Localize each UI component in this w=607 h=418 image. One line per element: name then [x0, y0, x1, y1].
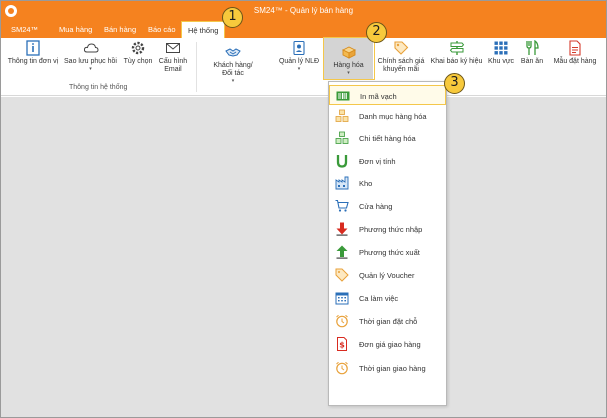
phuong-thuc-xuat-label: Phương thức xuất — [359, 248, 420, 257]
quan-ly-nld-button[interactable]: Quản lý NLĐ ▾ — [276, 40, 322, 72]
handshake-icon — [225, 48, 241, 57]
ban-an-label: Bàn ăn — [520, 58, 544, 65]
group-label-thong-tin-he-thong: Thông tin hệ thống — [69, 84, 128, 91]
svg-text:$: $ — [339, 341, 345, 350]
gear-icon — [131, 41, 145, 55]
cloud-icon — [83, 43, 99, 53]
chinh-sach-gia-label: Chính sách giá — [377, 58, 425, 65]
hang-hoa-dropdown-menu: In mã vạch Danh mục hàng hóa Chi tiết hà… — [328, 81, 447, 406]
sao-luu-phuc-hoi-button[interactable]: Sao lưu phục hồi ▾ — [63, 40, 118, 72]
chinh-sach-gia-button[interactable]: Chính sách giá khuyến mãi — [375, 40, 427, 74]
tuy-chon-label: Tùy chọn — [123, 58, 153, 65]
tuy-chon-button[interactable]: Tùy chọn — [120, 40, 156, 66]
thong-tin-don-vi-button[interactable]: Thông tin đơn vị — [4, 40, 62, 66]
menu-item-kho[interactable]: Kho — [329, 173, 446, 193]
grid-icon — [494, 41, 508, 55]
menu-item-ca-lam-viec[interactable]: Ca làm việc — [329, 288, 446, 308]
sao-luu-phuc-hoi-label: Sao lưu phục hồi — [64, 58, 117, 65]
signpost-icon — [449, 41, 464, 55]
step-marker-1: 1 — [222, 7, 243, 28]
menu-item-in-ma-vach[interactable]: In mã vạch — [329, 85, 446, 105]
ribbon: Thông tin đơn vị Sao lưu phục hồi ▾ Tùy … — [1, 38, 606, 96]
menu-mua-hang[interactable]: Mua hàng — [59, 25, 92, 34]
chevron-down-icon: ▾ — [297, 66, 301, 72]
menu-item-quan-ly-voucher[interactable]: Quản lý Voucher — [329, 265, 446, 285]
step-marker-2: 2 — [366, 22, 387, 43]
menu-item-phuong-thuc-xuat[interactable]: Phương thức xuất — [329, 242, 446, 262]
khai-bao-ky-hieu-button[interactable]: Khai báo ký hiệu — [429, 40, 484, 66]
thoi-gian-giao-hang-label: Thời gian giao hàng — [359, 364, 426, 373]
chi-tiet-hang-hoa-label: Chi tiết hàng hóa — [359, 134, 416, 143]
arrow-down-icon — [336, 222, 348, 236]
hang-hoa-highlight-box — [323, 37, 375, 80]
thong-tin-don-vi-label: Thông tin đơn vị — [7, 58, 59, 65]
calendar-icon — [335, 292, 349, 305]
step-marker-3: 3 — [444, 73, 465, 94]
khach-hang-doi-tac-button[interactable]: Khách hàng/ Đối tác ▾ — [209, 44, 257, 84]
khu-vuc-label: Khu vực — [487, 58, 515, 65]
menu-item-chi-tiet-hang-hoa[interactable]: Chi tiết hàng hóa — [329, 128, 446, 148]
boxes-stack-icon — [335, 109, 349, 122]
khai-bao-ky-hieu-label: Khai báo ký hiệu — [430, 58, 483, 65]
cart-icon — [335, 199, 349, 212]
menu-he-thong[interactable]: Hệ thống — [181, 21, 226, 38]
dollar-doc-icon: $ — [337, 337, 347, 351]
ca-lam-viec-label: Ca làm việc — [359, 294, 399, 303]
menu-item-don-gia-giao-hang[interactable]: $ Đơn giá giao hàng — [329, 334, 446, 354]
ban-an-button[interactable]: Bàn ăn — [519, 40, 545, 66]
dining-icon — [526, 40, 539, 55]
in-ma-vach-label: In mã vạch — [360, 92, 397, 101]
email-icon — [166, 43, 180, 53]
app-window: SM24™ - Quản lý bán hàng SM24™ Mua hàng … — [0, 0, 607, 418]
info-icon — [26, 40, 40, 56]
menu-item-thoi-gian-giao-hang[interactable]: Thời gian giao hàng — [329, 358, 446, 378]
arrow-up-icon — [336, 245, 348, 259]
kho-label: Kho — [359, 179, 373, 188]
order-form-icon — [569, 40, 581, 56]
khuyen-mai-label: khuyến mãi — [383, 66, 419, 73]
ribbon-separator — [196, 42, 197, 92]
don-vi-tinh-label: Đơn vị tính — [359, 157, 396, 166]
green-boxes-icon — [335, 131, 349, 144]
main-content-area — [1, 97, 606, 417]
don-gia-giao-hang-label: Đơn giá giao hàng — [359, 340, 421, 349]
voucher-tag-icon — [335, 268, 349, 282]
menu-sm24[interactable]: SM24™ — [11, 25, 38, 34]
price-tag-icon — [394, 41, 409, 55]
cua-hang-label: Cửa hàng — [359, 202, 393, 211]
danh-muc-hang-hoa-label: Danh mục hàng hóa — [359, 112, 427, 121]
menu-item-phuong-thuc-nhap[interactable]: Phương thức nhập — [329, 219, 446, 239]
delivery-clock-icon — [336, 361, 348, 375]
alarm-clock-icon — [336, 314, 348, 328]
menu-item-cua-hang[interactable]: Cửa hàng — [329, 196, 446, 216]
cau-hinh-label: Cấu hình — [158, 58, 188, 65]
chevron-down-icon: ▾ — [89, 66, 92, 72]
mau-dat-hang-label: Mẫu đặt hàng — [553, 58, 597, 65]
quan-ly-nld-label: Quản lý NLĐ — [278, 58, 320, 65]
khach-hang-label: Khách hàng/ — [213, 62, 253, 69]
employee-icon — [293, 40, 305, 56]
menu-bar: SM24™ Mua hàng Bán hàng Báo cáo Hệ thống — [1, 21, 606, 38]
title-bar: SM24™ - Quản lý bán hàng — [1, 1, 606, 21]
thoi-gian-dat-cho-label: Thời gian đặt chỗ — [359, 317, 418, 326]
quan-ly-voucher-label: Quản lý Voucher — [359, 271, 415, 280]
menu-bao-cao[interactable]: Báo cáo — [148, 25, 176, 34]
magnet-icon — [336, 155, 348, 168]
menu-ban-hang[interactable]: Bán hàng — [104, 25, 136, 34]
doi-tac-label: Đối tác — [222, 70, 244, 77]
phuong-thuc-nhap-label: Phương thức nhập — [359, 225, 423, 234]
menu-item-thoi-gian-dat-cho[interactable]: Thời gian đặt chỗ — [329, 311, 446, 331]
mau-dat-hang-button[interactable]: Mẫu đặt hàng — [549, 40, 601, 66]
warehouse-icon — [335, 176, 349, 190]
khu-vuc-button[interactable]: Khu vực — [485, 40, 517, 66]
menu-item-don-vi-tinh[interactable]: Đơn vị tính — [329, 151, 446, 171]
window-title: SM24™ - Quản lý bán hàng — [253, 6, 354, 15]
email-label: Email — [164, 66, 182, 73]
menu-item-danh-muc-hang-hoa[interactable]: Danh mục hàng hóa — [329, 106, 446, 126]
barcode-icon — [336, 91, 350, 101]
chevron-down-icon: ▾ — [231, 78, 235, 84]
cau-hinh-email-button[interactable]: Cấu hình Email — [157, 40, 189, 74]
